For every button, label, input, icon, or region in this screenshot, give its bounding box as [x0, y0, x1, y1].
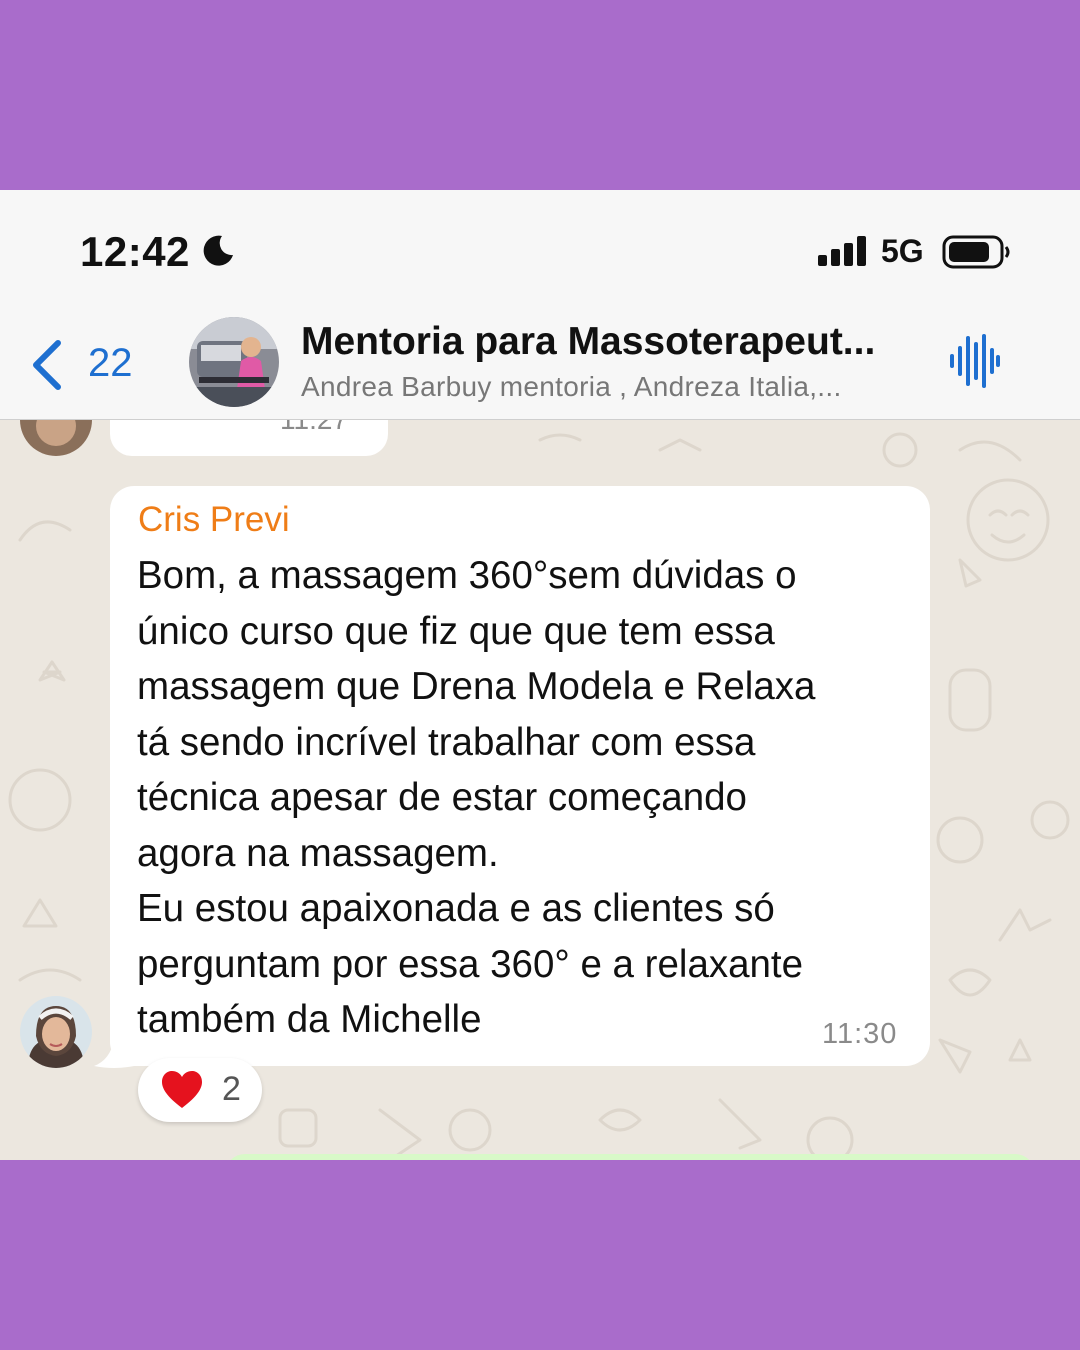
phone-screenshot: 12:42 5G 22 Mentoria para Massoterapeut.… [0, 190, 1080, 1160]
status-bar: 12:42 5G [0, 190, 1080, 300]
group-name[interactable]: Mentoria para Massoterapeut... [301, 320, 911, 364]
chat-area[interactable]: 11:27 Cris Previ Bom, a massagem 360°sem… [0, 420, 1080, 1160]
status-time: 12:42 [80, 228, 190, 275]
sender-name[interactable]: Cris Previ [138, 500, 290, 540]
message-time: 11:30 [822, 1018, 898, 1050]
message-text: Bom, a massagem 360°sem dúvidas o único … [137, 554, 816, 1041]
unread-count[interactable]: 22 [88, 341, 133, 386]
signal-bars-icon [818, 236, 868, 271]
previous-message-time: 11:27 [280, 420, 348, 434]
moon-icon [200, 233, 236, 274]
reaction-count: 2 [222, 1070, 241, 1108]
reaction-pill[interactable]: 2 [138, 1058, 262, 1122]
network-type: 5G [881, 233, 924, 269]
sender-avatar[interactable] [20, 996, 92, 1068]
chat-header: 22 Mentoria para Massoterapeut... Andrea… [0, 300, 1080, 420]
voice-waveform-icon[interactable] [947, 332, 1001, 395]
heart-icon [160, 1070, 204, 1115]
group-avatar[interactable] [189, 317, 279, 407]
group-members[interactable]: Andrea Barbuy mentoria , Andreza Italia,… [301, 371, 911, 403]
battery-icon [942, 235, 1012, 274]
back-chevron-icon[interactable] [28, 337, 68, 398]
bottom-frame-band [0, 1160, 1080, 1350]
top-frame-band [0, 0, 1080, 190]
